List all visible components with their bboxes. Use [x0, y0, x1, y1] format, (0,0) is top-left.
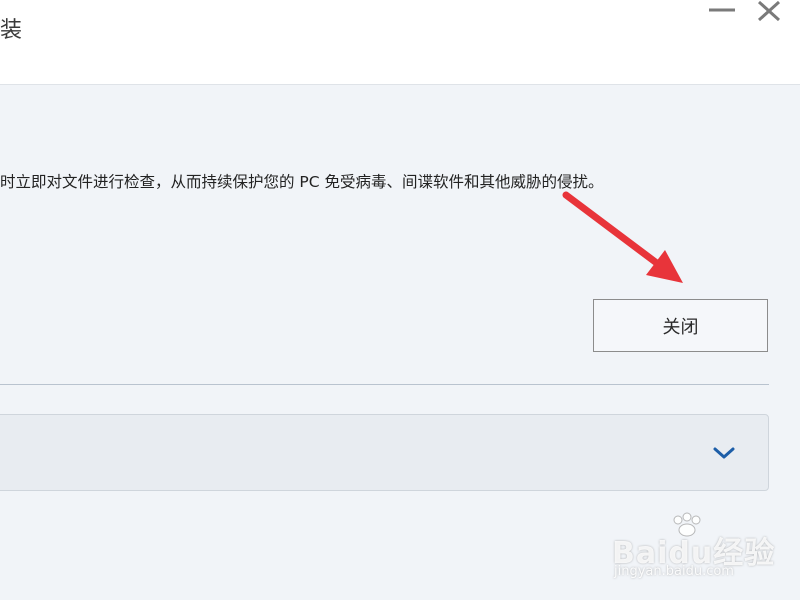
chevron-down-icon[interactable] — [711, 443, 737, 463]
minimize-button[interactable] — [703, 0, 743, 28]
close-button[interactable]: 关闭 — [593, 299, 768, 352]
title-bar: 合装 — [0, 0, 800, 85]
watermark-brand: Baidu经验 — [612, 536, 776, 571]
minimize-icon — [709, 8, 735, 12]
close-icon — [757, 0, 781, 22]
details-expander[interactable] — [0, 414, 769, 491]
watermark-url: jingyan.baidu.com — [614, 564, 734, 579]
paw-logo-icon — [673, 512, 701, 537]
section-divider — [0, 384, 769, 385]
window-close-button[interactable] — [749, 0, 789, 28]
installer-window: 合装 时立即对文件进行检查，从而持续保护您的 PC 免受病毒、间谍软件和其他威胁… — [0, 0, 800, 600]
window-title: 合装 — [0, 18, 23, 43]
baidu-watermark: Baidu经验 jingyan.baidu.com — [612, 512, 792, 592]
protection-description: 时立即对文件进行检查，从而持续保护您的 PC 免受病毒、间谍软件和其他威胁的侵扰… — [0, 173, 604, 191]
